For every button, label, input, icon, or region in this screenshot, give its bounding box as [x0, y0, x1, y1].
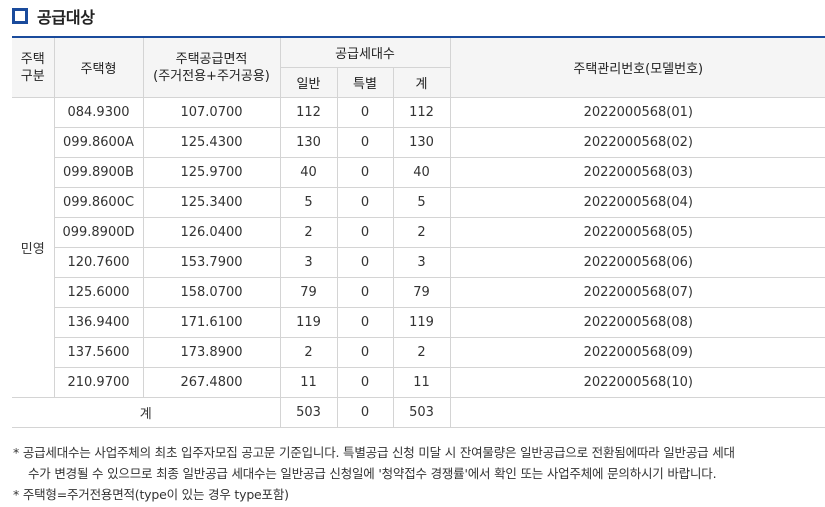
cell-housing-type: 099.8600C	[54, 187, 144, 218]
total-row: 계 503 0 503	[12, 397, 825, 428]
cell-management-number: 2022000568(03)	[449, 157, 825, 188]
cell-management-number: 2022000568(02)	[449, 127, 825, 158]
table-row: 137.5600 173.8900 2 0 2 2022000568(09)	[12, 337, 825, 368]
cell-management-number: 2022000568(07)	[449, 277, 825, 308]
header-special: 특별	[336, 67, 394, 98]
cell-total: 112	[392, 97, 451, 128]
cell-housing-type: 120.7600	[54, 247, 144, 278]
cell-special: 0	[336, 97, 394, 128]
cell-total: 119	[392, 307, 451, 338]
cell-management-number: 2022000568(01)	[449, 97, 825, 128]
cell-total: 130	[392, 127, 451, 158]
cell-management-number: 2022000568(05)	[449, 217, 825, 248]
cell-supply-area: 171.6100	[142, 307, 281, 338]
cell-general: 112	[279, 97, 338, 128]
cell-supply-area: 126.0400	[142, 217, 281, 248]
section-heading: 공급대상	[12, 4, 95, 28]
table-row: 120.7600 153.7900 3 0 3 2022000568(06)	[12, 247, 825, 278]
table-row: 136.9400 171.6100 119 0 119 2022000568(08)	[12, 307, 825, 338]
cell-special: 0	[336, 367, 394, 398]
cell-special: 0	[336, 187, 394, 218]
cell-total: 3	[392, 247, 451, 278]
cell-supply-area: 125.9700	[142, 157, 281, 188]
cell-housing-type: 136.9400	[54, 307, 144, 338]
total-management-blank	[449, 397, 825, 428]
cell-housing-type: 084.9300	[53, 97, 144, 128]
header-supply-units: 공급세대수	[279, 36, 451, 68]
cell-special: 0	[336, 157, 394, 188]
cell-total: 40	[392, 157, 451, 188]
cell-management-number: 2022000568(08)	[449, 307, 825, 338]
cell-special: 0	[336, 277, 394, 308]
cell-general: 130	[279, 127, 338, 158]
cell-supply-area: 153.7900	[142, 247, 281, 278]
cell-management-number: 2022000568(10)	[449, 367, 825, 398]
cell-total: 2	[392, 217, 451, 248]
cell-general: 5	[279, 187, 338, 218]
table-row: 099.8900B 125.9700 40 0 40 2022000568(03)	[12, 157, 825, 188]
cell-housing-type: 099.8900D	[54, 217, 144, 248]
header-total: 계	[392, 67, 451, 98]
cell-total: 11	[392, 367, 451, 398]
cell-housing-type: 137.5600	[54, 337, 144, 368]
cell-supply-area: 107.0700	[142, 97, 281, 128]
cell-housing-type: 210.9700	[54, 367, 144, 398]
header-management-number: 주택관리번호(모델번호)	[449, 36, 825, 98]
table-row: 민영 084.9300 107.0700 112 0 112 2022000568(01)	[12, 97, 825, 398]
cell-general: 119	[279, 307, 338, 338]
cell-housing-type: 099.8600A	[54, 127, 144, 158]
cell-general: 40	[279, 157, 338, 188]
cell-general: 3	[279, 247, 338, 278]
table-row: 099.8600C 125.3400 5 0 5 2022000568(04)	[12, 187, 825, 218]
cell-supply-area: 125.4300	[142, 127, 281, 158]
cell-housing-type: 099.8900B	[54, 157, 144, 188]
supply-table: 주택 구분 주택형 주택공급면적 (주거전용+주거공용) 공급세대수 주택관리번…	[12, 36, 825, 428]
cell-management-number: 2022000568(04)	[449, 187, 825, 218]
table-row: 210.9700 267.4800 11 0 11 2022000568(10)	[12, 367, 825, 398]
total-general: 503	[279, 397, 338, 428]
cell-general: 11	[279, 367, 338, 398]
cell-general: 2	[279, 217, 338, 248]
cell-housing-type: 125.6000	[54, 277, 144, 308]
section-title: 공급대상	[37, 8, 95, 27]
cell-management-number: 2022000568(09)	[449, 337, 825, 368]
cell-supply-area: 173.8900	[142, 337, 281, 368]
cell-supply-area: 267.4800	[142, 367, 281, 398]
cell-special: 0	[336, 127, 394, 158]
cell-housing-category: 민영	[12, 97, 55, 398]
table-row: 099.8900D 126.0400 2 0 2 2022000568(05)	[12, 217, 825, 248]
header-general: 일반	[280, 67, 338, 98]
total-label: 계	[12, 397, 281, 428]
cell-special: 0	[336, 337, 394, 368]
cell-general: 79	[279, 277, 338, 308]
cell-special: 0	[336, 247, 394, 278]
total-special: 0	[336, 397, 394, 428]
cell-total: 79	[392, 277, 451, 308]
cell-total: 5	[392, 187, 451, 218]
table-row: 099.8600A 125.4300 130 0 130 2022000568(02)	[12, 127, 825, 158]
header-supply-area: 주택공급면적 (주거전용+주거공용)	[142, 36, 281, 98]
cell-special: 0	[336, 307, 394, 338]
table-row: 125.6000 158.0700 79 0 79 2022000568(07)	[12, 277, 825, 308]
cell-supply-area: 158.0700	[142, 277, 281, 308]
total-total: 503	[392, 397, 451, 428]
note-housing-type: * 주택형=주거전용면적(type이 있는 경우 type포함)	[13, 487, 289, 502]
cell-supply-area: 125.3400	[142, 187, 281, 218]
square-bullet-icon	[12, 8, 28, 24]
cell-special: 0	[336, 217, 394, 248]
header-housing-category: 주택 구분	[12, 36, 55, 98]
cell-management-number: 2022000568(06)	[449, 247, 825, 278]
cell-total: 2	[392, 337, 451, 368]
cell-general: 2	[279, 337, 338, 368]
header-housing-type: 주택형	[53, 36, 144, 98]
note-supply-units: * 공급세대수는 사업주체의 최초 입주자모집 공고문 기준입니다. 특별공급 …	[13, 445, 735, 481]
notes: * 공급세대수는 사업주체의 최초 입주자모집 공고문 기준입니다. 특별공급 …	[13, 442, 821, 505]
